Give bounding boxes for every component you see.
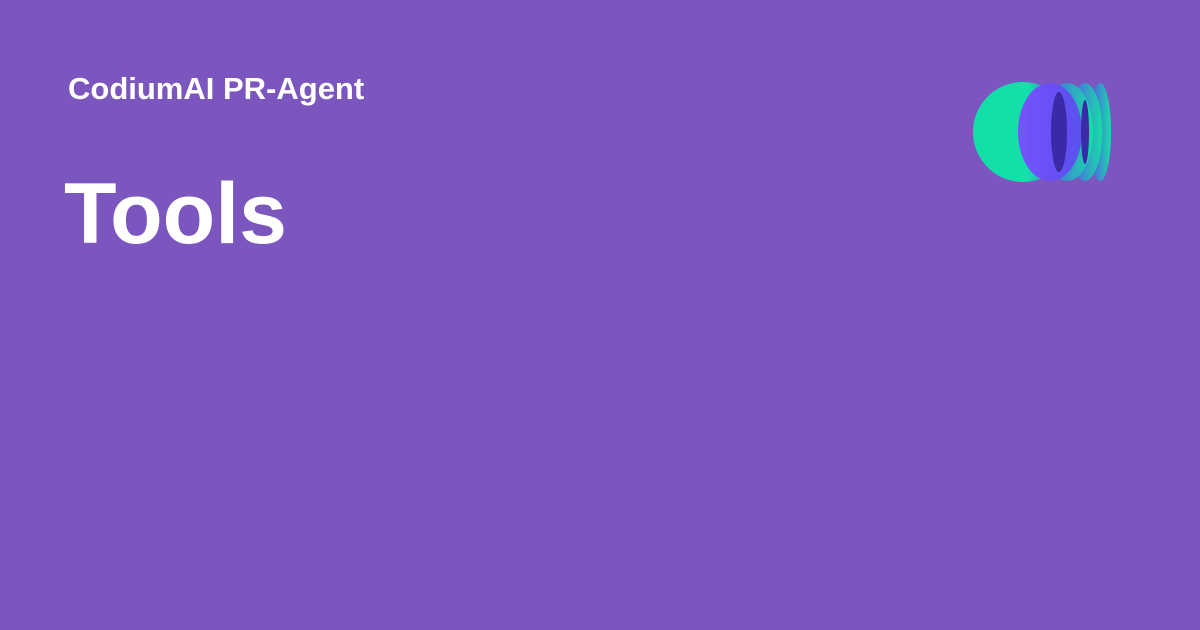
logo-overlap-2	[1081, 100, 1089, 164]
logo-blue-lens	[1018, 83, 1082, 181]
site-name: CodiumAI PR-Agent	[68, 71, 365, 106]
logo-overlap-1	[1051, 92, 1067, 172]
social-card: CodiumAI PR-Agent Tools	[0, 0, 1200, 630]
page-title: Tools	[64, 166, 287, 262]
codiumai-logo-icon	[973, 82, 1111, 182]
